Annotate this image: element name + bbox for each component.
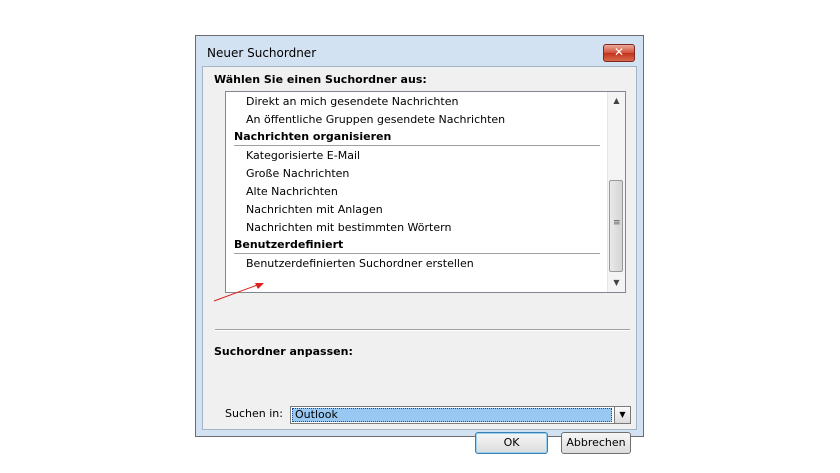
separator [215,329,630,331]
close-button[interactable]: ✕ [603,44,635,62]
group-divider [234,253,600,254]
title-bar[interactable]: Neuer Suchordner ✕ [196,36,643,68]
annotation-arrow-line [213,283,261,302]
list-item[interactable]: Alte Nachrichten [246,183,338,201]
list-scrollbar[interactable]: ▲ ≡ ▼ [607,92,625,292]
ok-button[interactable]: OK [475,432,548,454]
search-in-value: Outlook [292,408,612,422]
customize-folder-label: Suchordner anpassen: [214,345,353,358]
list-item[interactable]: Benutzerdefinierten Suchordner erstellen [246,255,474,273]
scroll-down-arrow-icon[interactable]: ▼ [608,274,625,291]
dialog-body: Wählen Sie einen Suchordner aus: Direkt … [202,66,637,454]
list-group-header: Benutzerdefiniert [234,238,344,251]
grip-icon: ≡ [613,218,621,228]
list-item[interactable]: Nachrichten mit bestimmten Wörtern [246,219,451,237]
list-item[interactable]: Nachrichten mit Anlagen [246,201,383,219]
choose-folder-label: Wählen Sie einen Suchordner aus: [214,73,427,86]
search-in-select[interactable]: Outlook ▼ [290,406,631,424]
list-item[interactable]: Kategorisierte E-Mail [246,147,360,165]
list-item[interactable]: An öffentliche Gruppen gesendete Nachric… [246,111,505,129]
close-icon: ✕ [613,45,625,59]
list-group-header: Nachrichten organisieren [234,130,392,143]
dropdown-arrow-icon[interactable]: ▼ [614,407,630,423]
list-item[interactable]: Große Nachrichten [246,165,349,183]
cancel-button[interactable]: Abbrechen [561,432,631,454]
new-search-folder-dialog: Neuer Suchordner ✕ Wählen Sie einen Such… [195,35,644,454]
search-in-label: Suchen in: [225,407,283,420]
annotation-arrow-icon [213,283,264,302]
list-item[interactable]: Direkt an mich gesendete Nachrichten [246,93,458,111]
group-divider [234,145,600,146]
scroll-up-arrow-icon[interactable]: ▲ [608,92,625,109]
scrollbar-thumb[interactable]: ≡ [609,180,623,272]
dialog-title: Neuer Suchordner [207,46,317,60]
search-folder-list[interactable]: Direkt an mich gesendete Nachrichten An … [225,91,626,293]
annotation-arrow-head [255,283,264,289]
